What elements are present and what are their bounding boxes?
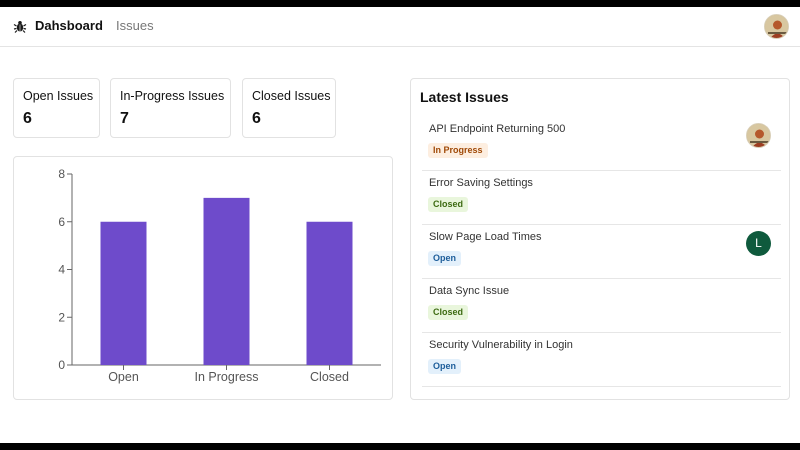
app-window: Dahsboard Issues Open Issues 6 In-Progre…: [0, 7, 800, 443]
issue-row[interactable]: Security Vulnerability in Login Open: [422, 333, 781, 387]
status-badge: In Progress: [428, 143, 488, 158]
stat-label: Open Issues: [23, 89, 94, 103]
issue-title[interactable]: Security Vulnerability in Login: [429, 339, 573, 351]
bar-in-progress: [203, 197, 250, 365]
issue-row[interactable]: API Endpoint Returning 500 In Progress: [422, 117, 781, 171]
latest-issues-panel: Latest Issues API Endpoint Returning 500…: [410, 78, 790, 400]
stat-value: 6: [252, 110, 261, 127]
assignee-avatar[interactable]: [746, 123, 771, 148]
status-badge: Open: [428, 359, 462, 374]
x-tick-label: Closed: [310, 370, 349, 384]
y-tick-label: 0: [58, 358, 65, 372]
top-navbar: Dahsboard Issues: [0, 7, 800, 47]
closed-issues-card[interactable]: Closed Issues 6: [242, 78, 336, 138]
chart-svg: 0 2 4 6 8 Open In Progress Closed: [58, 167, 381, 384]
status-badge: Open: [428, 251, 462, 266]
status-badge: Closed: [428, 305, 469, 320]
assignee-avatar[interactable]: L: [746, 231, 771, 256]
stat-value: 7: [120, 110, 129, 127]
nav-dashboard-link[interactable]: Dahsboard: [35, 18, 103, 33]
x-tick-label: In Progress: [195, 370, 259, 384]
nav-issues-link[interactable]: Issues: [116, 18, 154, 33]
y-tick-label: 6: [58, 215, 65, 229]
issue-row[interactable]: Slow Page Load Times Open L: [422, 225, 781, 279]
issue-title[interactable]: Data Sync Issue: [429, 285, 509, 297]
bug-icon[interactable]: [13, 19, 27, 33]
y-tick-label: 2: [58, 310, 65, 324]
issues-bar-chart: 0 2 4 6 8 Open In Progress Closed: [13, 156, 393, 400]
bar-closed: [306, 221, 353, 365]
issue-row[interactable]: Error Saving Settings Closed: [422, 171, 781, 225]
issue-title[interactable]: API Endpoint Returning 500: [429, 123, 565, 135]
issue-title[interactable]: Slow Page Load Times: [429, 231, 542, 243]
stat-label: In-Progress Issues: [120, 89, 225, 103]
open-issues-card[interactable]: Open Issues 6: [13, 78, 100, 138]
issue-row[interactable]: Data Sync Issue Closed: [422, 279, 781, 333]
issue-title[interactable]: Error Saving Settings: [429, 177, 533, 189]
user-avatar[interactable]: [764, 14, 789, 39]
x-tick-label: Open: [108, 370, 139, 384]
status-badge: Closed: [428, 197, 469, 212]
in-progress-issues-card[interactable]: In-Progress Issues 7: [110, 78, 231, 138]
stat-value: 6: [23, 110, 32, 127]
stat-label: Closed Issues: [252, 89, 331, 103]
bar-open: [100, 221, 147, 365]
y-tick-label: 8: [58, 167, 65, 181]
y-tick-label: 4: [58, 263, 65, 277]
latest-issues-title: Latest Issues: [420, 89, 509, 105]
